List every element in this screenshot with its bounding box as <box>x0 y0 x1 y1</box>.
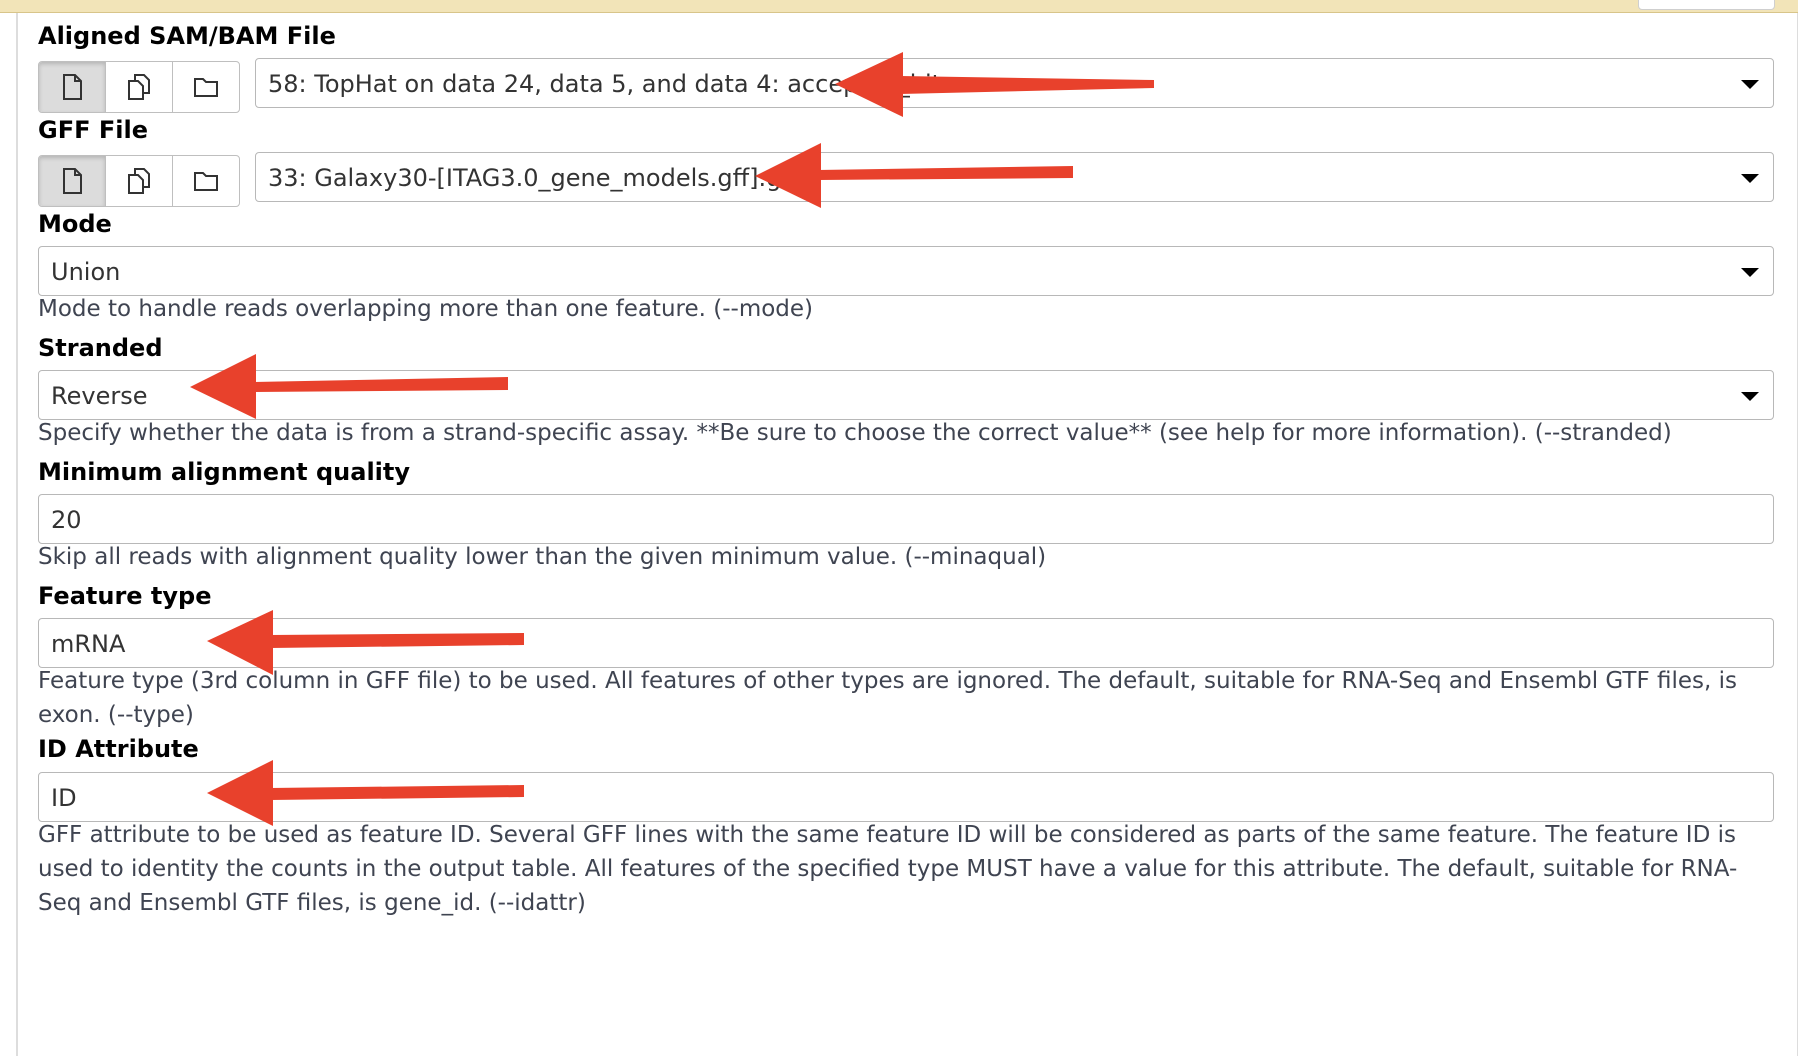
multiple-datasets-icon <box>128 168 150 194</box>
chevron-down-icon <box>1741 392 1759 401</box>
header-button[interactable] <box>1638 0 1775 10</box>
chevron-down-icon <box>1741 268 1759 277</box>
gff-label: GFF File <box>38 116 148 144</box>
gff-select[interactable]: 33: Galaxy30-[ITAG3.0_gene_models.gff].g… <box>255 152 1774 202</box>
stranded-help-text: Specify whether the data is from a stran… <box>38 420 1672 446</box>
feature-type-label: Feature type <box>38 582 212 610</box>
stranded-select[interactable]: Reverse <box>38 370 1774 420</box>
mode-help-text: Mode to handle reads overlapping more th… <box>38 296 814 322</box>
stranded-selected-value: Reverse <box>51 382 148 410</box>
bam-label: Aligned SAM/BAM File <box>38 22 336 50</box>
single-dataset-icon <box>63 74 82 100</box>
bam-input-type-toggle <box>38 61 240 113</box>
minqual-label: Minimum alignment quality <box>38 458 411 486</box>
multiple-datasets-button[interactable] <box>106 156 173 206</box>
minqual-help-text: Skip all reads with alignment quality lo… <box>38 544 1047 570</box>
bam-select[interactable]: 58: TopHat on data 24, data 5, and data … <box>255 58 1774 108</box>
single-dataset-button[interactable] <box>39 156 106 206</box>
feature-type-help-text: Feature type (3rd column in GFF file) to… <box>38 668 1737 728</box>
id-attr-input[interactable] <box>51 773 1751 823</box>
multiple-datasets-button[interactable] <box>106 62 173 112</box>
feature-type-field[interactable] <box>38 618 1774 669</box>
minqual-input[interactable] <box>51 495 1751 545</box>
section-header <box>0 0 1798 13</box>
id-attr-field[interactable] <box>38 772 1774 823</box>
id-attr-help-text: GFF attribute to be used as feature ID. … <box>38 822 1738 916</box>
dataset-collection-button[interactable] <box>173 62 239 112</box>
mode-select[interactable]: Union <box>38 246 1774 296</box>
gff-input-type-toggle <box>38 155 240 207</box>
dataset-collection-icon <box>194 78 218 97</box>
mode-label: Mode <box>38 210 112 238</box>
dataset-collection-button[interactable] <box>173 156 239 206</box>
chevron-down-icon <box>1741 174 1759 183</box>
minqual-field[interactable] <box>38 494 1774 545</box>
chevron-down-icon <box>1741 80 1759 89</box>
mode-selected-value: Union <box>51 258 121 286</box>
single-dataset-button[interactable] <box>39 62 106 112</box>
id-attr-label: ID Attribute <box>38 735 199 763</box>
gff-selected-value: 33: Galaxy30-[ITAG3.0_gene_models.gff].g… <box>268 164 814 192</box>
bam-selected-value: 58: TopHat on data 24, data 5, and data … <box>268 70 954 98</box>
single-dataset-icon <box>63 168 82 194</box>
dataset-collection-icon <box>194 172 218 191</box>
feature-type-input[interactable] <box>51 619 1751 669</box>
stranded-label: Stranded <box>38 334 163 362</box>
multiple-datasets-icon <box>128 74 150 100</box>
